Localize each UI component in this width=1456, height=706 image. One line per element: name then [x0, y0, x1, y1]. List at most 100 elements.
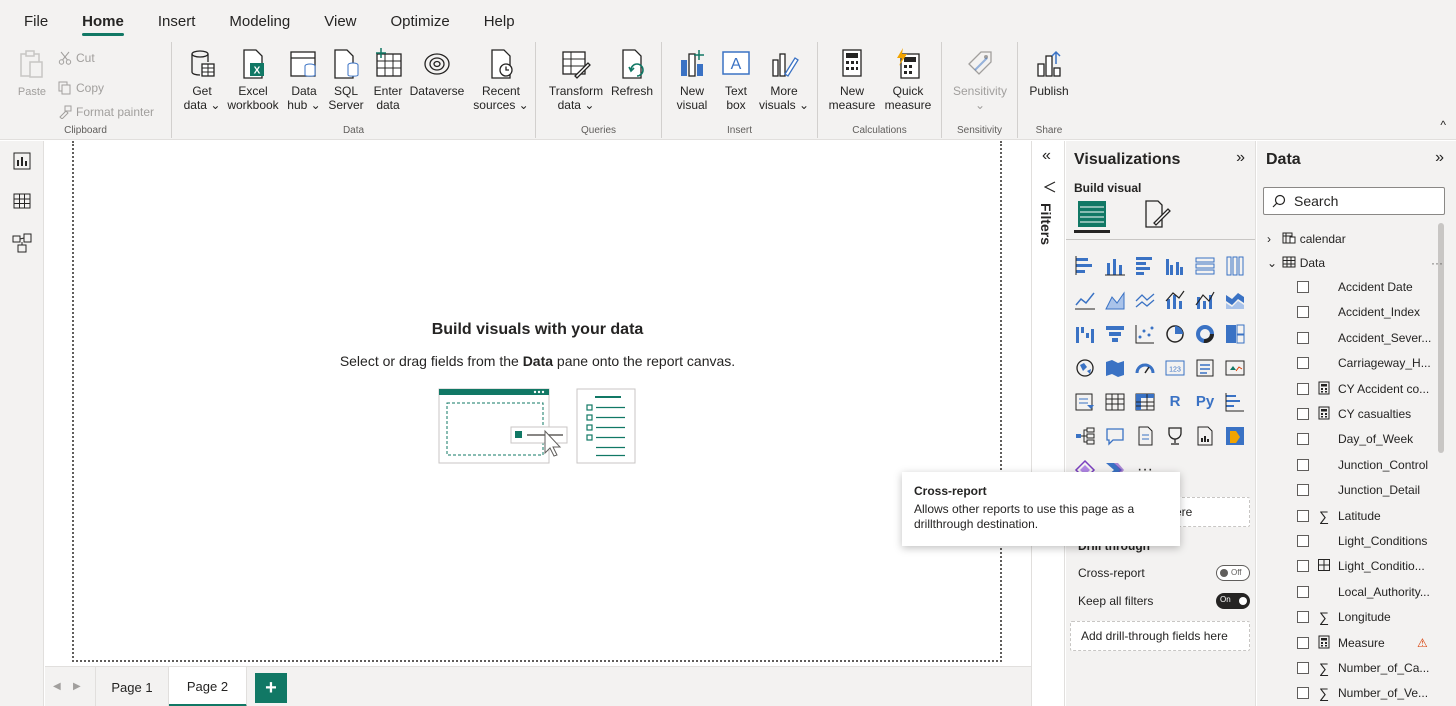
- visualizations-collapse-chevron[interactable]: »: [1236, 149, 1245, 167]
- collapse-ribbon-button[interactable]: ^: [1440, 118, 1446, 132]
- area-chart-icon[interactable]: [1104, 289, 1126, 311]
- field-checkbox[interactable]: [1297, 509, 1309, 522]
- field-row[interactable]: ∑ Number_of_Ca...: [1297, 656, 1447, 681]
- publish-button[interactable]: Publish: [1026, 48, 1072, 98]
- scatter-chart-icon[interactable]: [1134, 323, 1156, 345]
- data-search-input[interactable]: Search: [1263, 187, 1445, 215]
- more-visuals-button[interactable]: More visuals ⌄: [758, 48, 810, 112]
- field-row[interactable]: Measure ⚠: [1297, 631, 1447, 656]
- pie-chart-icon[interactable]: [1164, 323, 1186, 345]
- menu-modeling[interactable]: Modeling: [229, 0, 290, 36]
- ribbon-chart-icon[interactable]: [1224, 289, 1246, 311]
- field-checkbox[interactable]: [1297, 611, 1309, 624]
- get-data-button[interactable]: Get data ⌄: [182, 48, 222, 112]
- field-row[interactable]: Accident Date: [1297, 275, 1447, 300]
- menu-insert[interactable]: Insert: [158, 0, 196, 36]
- field-row[interactable]: ∑ Latitude: [1297, 504, 1447, 529]
- power-apps-visual-icon[interactable]: [1224, 425, 1246, 447]
- smart-narrative-icon[interactable]: [1134, 425, 1156, 447]
- field-row[interactable]: CY Accident co...: [1297, 377, 1447, 402]
- format-painter-button[interactable]: Format painter: [58, 102, 154, 122]
- copy-button[interactable]: Copy: [58, 78, 104, 98]
- 100-stacked-bar-icon[interactable]: [1194, 255, 1216, 277]
- new-measure-button[interactable]: New measure: [826, 48, 878, 112]
- line-chart-icon[interactable]: [1074, 289, 1096, 311]
- stacked-area-chart-icon[interactable]: [1134, 289, 1156, 311]
- treemap-icon[interactable]: [1224, 323, 1246, 345]
- field-checkbox[interactable]: [1297, 458, 1309, 471]
- menu-file[interactable]: File: [24, 0, 48, 36]
- table-data[interactable]: ⌄ Data ···: [1267, 251, 1447, 275]
- keep-all-filters-toggle[interactable]: On: [1216, 593, 1250, 609]
- field-row[interactable]: Junction_Control: [1297, 453, 1447, 478]
- cut-button[interactable]: Cut: [58, 48, 95, 68]
- field-checkbox[interactable]: [1297, 357, 1309, 370]
- add-drillthrough-fields-well[interactable]: Add drill-through fields here: [1070, 621, 1250, 651]
- text-box-button[interactable]: A Text box: [716, 48, 756, 112]
- quick-measure-button[interactable]: Quick measure: [880, 48, 936, 112]
- paste-button[interactable]: Paste: [12, 48, 52, 99]
- field-checkbox[interactable]: [1297, 484, 1309, 497]
- python-visual-icon[interactable]: Py: [1194, 391, 1216, 413]
- funnel-chart-icon[interactable]: [1104, 323, 1126, 345]
- waterfall-chart-icon[interactable]: [1074, 323, 1096, 345]
- field-row[interactable]: Light_Conditio...: [1297, 554, 1447, 579]
- key-influencers-icon[interactable]: [1224, 391, 1246, 413]
- recent-sources-button[interactable]: Recent sources ⌄: [472, 48, 530, 112]
- field-checkbox[interactable]: [1297, 331, 1309, 344]
- map-icon[interactable]: [1074, 357, 1096, 379]
- field-checkbox[interactable]: [1297, 408, 1309, 420]
- field-row[interactable]: Accident_Index: [1297, 300, 1447, 325]
- field-row[interactable]: Day_of_Week: [1297, 427, 1447, 452]
- field-row[interactable]: ∑ Longitude: [1297, 605, 1447, 630]
- enter-data-button[interactable]: Enter data: [368, 48, 408, 112]
- line-and-clustered-column-icon[interactable]: [1194, 289, 1216, 311]
- field-row[interactable]: CY casualties: [1297, 402, 1447, 427]
- donut-chart-icon[interactable]: [1194, 323, 1216, 345]
- sql-server-button[interactable]: SQL Server: [326, 48, 366, 112]
- filled-map-icon[interactable]: [1104, 357, 1126, 379]
- prev-page-arrow[interactable]: ◀: [53, 681, 61, 692]
- field-row[interactable]: Accident_Sever...: [1297, 326, 1447, 351]
- field-checkbox[interactable]: [1297, 560, 1309, 573]
- field-checkbox[interactable]: [1297, 382, 1309, 395]
- table-data-more[interactable]: ···: [1431, 251, 1443, 275]
- model-view-icon[interactable]: [12, 233, 32, 253]
- format-visual-tab[interactable]: [1138, 197, 1174, 233]
- stacked-bar-chart-icon[interactable]: [1074, 255, 1096, 277]
- filters-expand-chevron[interactable]: «: [1042, 147, 1051, 165]
- 100-stacked-column-icon[interactable]: [1224, 255, 1246, 277]
- report-view-icon[interactable]: [12, 151, 32, 171]
- stacked-column-chart-icon[interactable]: [1104, 255, 1126, 277]
- data-hub-button[interactable]: Data hub ⌄: [284, 48, 324, 112]
- menu-optimize[interactable]: Optimize: [391, 0, 450, 36]
- field-row[interactable]: Local_Authority...: [1297, 580, 1447, 605]
- field-checkbox[interactable]: [1297, 636, 1309, 649]
- excel-workbook-button[interactable]: X Excel workbook: [224, 48, 282, 112]
- refresh-button[interactable]: Refresh: [608, 48, 656, 98]
- clustered-column-chart-icon[interactable]: [1164, 255, 1186, 277]
- multi-row-card-icon[interactable]: [1194, 357, 1216, 379]
- menu-view[interactable]: View: [324, 0, 356, 36]
- report-canvas[interactable]: Build visuals with your data Select or d…: [45, 141, 1030, 666]
- next-page-arrow[interactable]: ▶: [73, 681, 81, 692]
- field-checkbox[interactable]: [1297, 281, 1309, 293]
- dataverse-button[interactable]: Dataverse: [408, 48, 466, 98]
- add-page-button[interactable]: +: [255, 673, 287, 703]
- field-row[interactable]: ∑ Number_of_Ve...: [1297, 681, 1447, 706]
- decomposition-tree-icon[interactable]: [1074, 425, 1096, 447]
- new-visual-button[interactable]: New visual: [672, 48, 712, 112]
- field-row[interactable]: Junction_Detail: [1297, 478, 1447, 503]
- table-calendar[interactable]: › calendar: [1267, 227, 1447, 251]
- field-checkbox[interactable]: [1297, 535, 1309, 547]
- page-tab-2[interactable]: Page 2: [169, 667, 247, 706]
- metrics-icon[interactable]: [1164, 425, 1186, 447]
- field-checkbox[interactable]: [1297, 433, 1309, 446]
- field-checkbox[interactable]: [1297, 687, 1309, 700]
- filters-pane-collapsed[interactable]: « Filters: [1031, 141, 1065, 706]
- r-script-visual-icon[interactable]: R: [1164, 391, 1186, 413]
- sensitivity-button[interactable]: Sensitivity ⌄: [948, 48, 1012, 112]
- paginated-report-icon[interactable]: [1194, 425, 1216, 447]
- gauge-icon[interactable]: [1134, 357, 1156, 379]
- cross-report-toggle[interactable]: Off: [1216, 565, 1250, 581]
